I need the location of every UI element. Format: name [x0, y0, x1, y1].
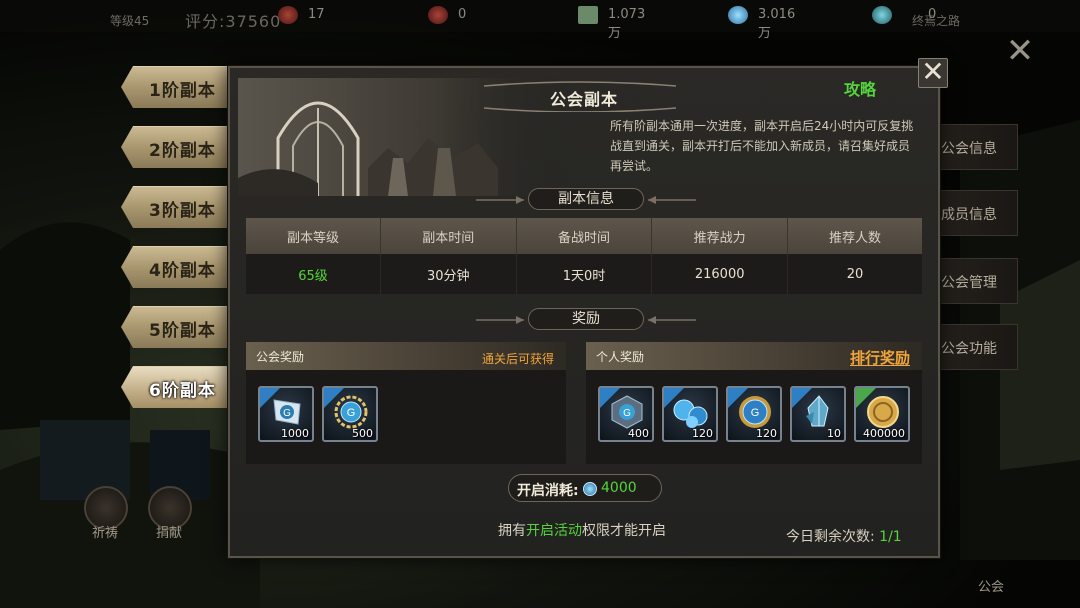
svg-text:G: G	[283, 408, 291, 419]
top-resource-bar: 等级45 评分:37560 17 0 1.073万 3.016万 0 终焉之路	[0, 0, 1080, 41]
table-header: 副本等级	[246, 218, 381, 254]
reward-item[interactable]: G 1000	[258, 386, 314, 442]
reward-item[interactable]: G 120	[726, 386, 782, 442]
info-section-header: 副本信息	[476, 188, 696, 212]
tab-tier-4[interactable]: 4阶副本	[121, 246, 231, 288]
outer-close-icon[interactable]: ✕	[1004, 34, 1036, 68]
guild-coin-icon	[583, 482, 597, 496]
table-header: 备战时间	[516, 218, 653, 254]
tab-tier-2[interactable]: 2阶副本	[121, 126, 231, 168]
gem-icon	[872, 6, 892, 24]
reward-item[interactable]: 10	[790, 386, 846, 442]
tab-tier-1[interactable]: 1阶副本	[121, 66, 231, 108]
svg-text:G: G	[347, 407, 356, 419]
close-icon[interactable]: ✕	[918, 58, 948, 88]
dungeon-time-value: 30分钟	[380, 254, 517, 294]
strategy-link[interactable]: 攻略	[844, 76, 876, 100]
tab-tier-5[interactable]: 5阶副本	[121, 306, 231, 348]
daily-remaining: 今日剩余次数: 1/1	[786, 529, 902, 545]
pray-label: 祈祷	[92, 526, 119, 541]
guild-dungeon-dialog: 公会副本 攻略 ✕ 所有阶副本通用一次进度，副本开启后24小时内可反复挑战直到通…	[228, 58, 948, 558]
table-header: 推荐人数	[787, 218, 922, 254]
guild-bottom-label: 公会	[978, 580, 1005, 595]
personal-reward-title: 个人奖励	[596, 350, 645, 364]
personal-reward-panel: 个人奖励 排行奖励 G 400 120 G 120 10 400000	[586, 342, 922, 464]
dungeon-level-value: 65级	[246, 254, 381, 294]
reward-item[interactable]: G 400	[598, 386, 654, 442]
prep-time-value: 1天0时	[516, 254, 653, 294]
reward-section-title: 奖励	[528, 308, 644, 330]
recommended-power-value: 216000	[651, 254, 789, 294]
table-header: 推荐战力	[651, 218, 789, 254]
open-cost-label: 开启消耗:	[517, 483, 579, 499]
guild-coin-icon	[728, 6, 748, 24]
table-header: 副本时间	[380, 218, 517, 254]
reward-item[interactable]: G 500	[322, 386, 378, 442]
guild-reward-title: 公会奖励	[256, 350, 305, 364]
recommended-players-value: 20	[787, 254, 922, 294]
guild-reward-note: 通关后可获得	[481, 352, 554, 366]
banknote-icon	[578, 6, 598, 24]
svg-text:G: G	[751, 407, 760, 419]
dungeon-info-table: 副本等级 副本时间 备战时间 推荐战力 推荐人数 65级 30分钟 1天0时 2…	[246, 218, 922, 294]
tab-tier-3[interactable]: 3阶副本	[121, 186, 231, 228]
reward-section-header: 奖励	[476, 308, 696, 332]
crown-icon	[428, 6, 448, 24]
open-cost-value: 4000	[601, 480, 637, 496]
dialog-title: 公会副本	[550, 90, 619, 109]
dungeon-description: 所有阶副本通用一次进度，副本开启后24小时内可反复挑战直到通关，副本开打后不能加…	[610, 119, 914, 173]
donate-label: 捐献	[156, 526, 183, 541]
guild-reward-panel: 公会奖励 通关后可获得 G 1000 G 500	[246, 342, 566, 464]
reward-item[interactable]: 120	[662, 386, 718, 442]
crown-icon	[278, 6, 298, 24]
reward-item[interactable]: 400000	[854, 386, 910, 442]
rank-reward-link[interactable]: 排行奖励	[850, 347, 910, 368]
daily-remaining-value: 1/1	[879, 529, 902, 545]
info-section-title: 副本信息	[528, 188, 644, 210]
open-cost-button[interactable]: 开启消耗: 4000	[508, 474, 662, 502]
svg-text:G: G	[623, 408, 631, 419]
tab-tier-6[interactable]: 6阶副本	[121, 366, 231, 408]
permission-highlight: 开启活动	[526, 523, 582, 539]
permission-requirement: 拥有开启活动权限才能开启	[498, 523, 666, 539]
road-label: 终焉之路	[912, 14, 961, 28]
player-level: 等级45	[110, 14, 150, 28]
player-score: 评分:37560	[185, 12, 282, 31]
